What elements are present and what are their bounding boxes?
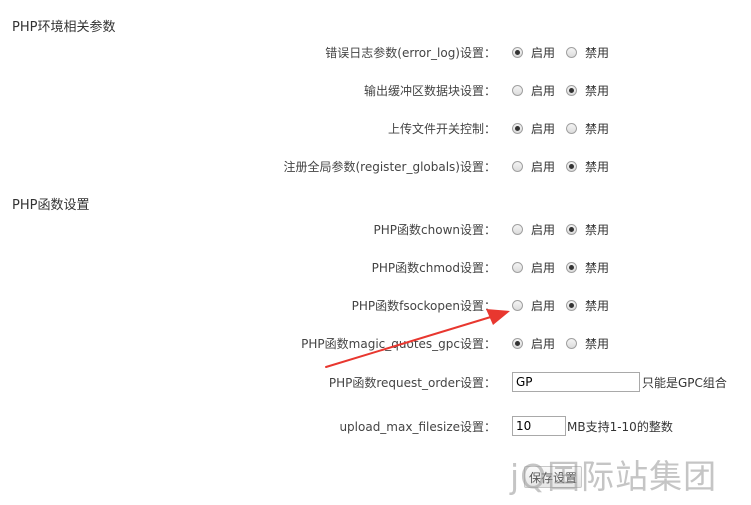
radio-button[interactable] bbox=[512, 261, 523, 273]
setting-label: PHP函数request_order设置： bbox=[328, 376, 496, 390]
radio-enable[interactable]: 启用 bbox=[512, 220, 555, 238]
radio-enable[interactable]: 启用 bbox=[512, 119, 555, 137]
radio-button-checked[interactable] bbox=[566, 84, 577, 96]
radio-label: 启用 bbox=[531, 83, 556, 98]
radio-button-checked[interactable] bbox=[566, 261, 577, 273]
radio-enable[interactable]: 启用 bbox=[512, 43, 555, 61]
radio-disable[interactable]: 禁用 bbox=[566, 119, 609, 137]
setting-row-file-uploads: 上传文件开关控制： 启用 禁用 bbox=[0, 117, 751, 139]
radio-disable[interactable]: 禁用 bbox=[566, 258, 609, 276]
setting-label: 注册全局参数(register_globals)设置： bbox=[283, 160, 497, 174]
radio-label: 启用 bbox=[531, 260, 556, 275]
radio-enable[interactable]: 启用 bbox=[512, 81, 555, 99]
radio-button[interactable] bbox=[566, 122, 577, 134]
radio-label: 禁用 bbox=[585, 45, 610, 60]
upload-max-filesize-input[interactable] bbox=[512, 416, 566, 436]
radio-button-checked[interactable] bbox=[512, 122, 523, 134]
radio-button[interactable] bbox=[512, 160, 523, 172]
radio-label: 禁用 bbox=[585, 222, 610, 237]
setting-row-output-buffer: 输出缓冲区数据块设置： 启用 禁用 bbox=[0, 79, 751, 101]
radio-button[interactable] bbox=[512, 223, 523, 235]
save-button[interactable]: 保存设置 bbox=[524, 466, 582, 488]
radio-enable[interactable]: 启用 bbox=[512, 296, 555, 314]
radio-label: 启用 bbox=[531, 222, 556, 237]
radio-enable[interactable]: 启用 bbox=[512, 334, 555, 352]
radio-button-checked[interactable] bbox=[566, 223, 577, 235]
radio-button[interactable] bbox=[566, 46, 577, 58]
radio-button[interactable] bbox=[512, 299, 523, 311]
radio-button[interactable] bbox=[512, 84, 523, 96]
radio-button-checked[interactable] bbox=[566, 299, 577, 311]
setting-label: PHP函数magic_quotes_gpc设置： bbox=[301, 337, 496, 351]
radio-label: 启用 bbox=[531, 159, 556, 174]
request-order-input[interactable] bbox=[512, 372, 640, 392]
setting-label: PHP函数fsockopen设置： bbox=[351, 299, 496, 313]
setting-row-fsockopen: PHP函数fsockopen设置： 启用 禁用 bbox=[0, 294, 751, 316]
radio-label: 禁用 bbox=[585, 260, 610, 275]
upload-max-filesize-hint: MB支持1-10的整数 bbox=[567, 420, 673, 434]
setting-label: 上传文件开关控制： bbox=[387, 122, 496, 136]
radio-enable[interactable]: 启用 bbox=[512, 258, 555, 276]
setting-row-magic-quotes-gpc: PHP函数magic_quotes_gpc设置： 启用 禁用 bbox=[0, 332, 751, 354]
radio-label: 启用 bbox=[531, 298, 556, 313]
radio-label: 禁用 bbox=[585, 121, 610, 136]
setting-row-upload-max-filesize: upload_max_filesize设置： MB支持1-10的整数 bbox=[0, 415, 751, 437]
radio-button-checked[interactable] bbox=[566, 160, 577, 172]
radio-label: 启用 bbox=[531, 121, 556, 136]
radio-disable[interactable]: 禁用 bbox=[566, 334, 609, 352]
radio-label: 禁用 bbox=[585, 159, 610, 174]
request-order-hint: 只能是GPC组合 bbox=[642, 376, 727, 390]
radio-label: 启用 bbox=[531, 45, 556, 60]
section-title-functions: PHP函数设置 bbox=[12, 198, 90, 213]
setting-row-request-order: PHP函数request_order设置： 只能是GPC组合 bbox=[0, 371, 751, 393]
setting-label: 错误日志参数(error_log)设置： bbox=[325, 46, 496, 60]
radio-label: 禁用 bbox=[585, 336, 610, 351]
radio-button[interactable] bbox=[566, 337, 577, 349]
radio-disable[interactable]: 禁用 bbox=[566, 81, 609, 99]
radio-disable[interactable]: 禁用 bbox=[566, 220, 609, 238]
radio-disable[interactable]: 禁用 bbox=[566, 157, 609, 175]
radio-label: 启用 bbox=[531, 336, 556, 351]
setting-label: 输出缓冲区数据块设置： bbox=[363, 84, 496, 98]
radio-disable[interactable]: 禁用 bbox=[566, 296, 609, 314]
setting-label: PHP函数chmod设置： bbox=[371, 261, 496, 275]
radio-disable[interactable]: 禁用 bbox=[566, 43, 609, 61]
radio-button-checked[interactable] bbox=[512, 337, 523, 349]
setting-row-error-log: 错误日志参数(error_log)设置： 启用 禁用 bbox=[0, 41, 751, 63]
radio-enable[interactable]: 启用 bbox=[512, 157, 555, 175]
radio-label: 禁用 bbox=[585, 298, 610, 313]
setting-row-chmod: PHP函数chmod设置： 启用 禁用 bbox=[0, 256, 751, 278]
setting-label: upload_max_filesize设置： bbox=[339, 420, 496, 434]
section-title-env: PHP环境相关参数 bbox=[12, 20, 116, 35]
setting-row-chown: PHP函数chown设置： 启用 禁用 bbox=[0, 218, 751, 240]
setting-row-register-globals: 注册全局参数(register_globals)设置： 启用 禁用 bbox=[0, 155, 751, 177]
setting-label: PHP函数chown设置： bbox=[373, 223, 496, 237]
radio-button-checked[interactable] bbox=[512, 46, 523, 58]
radio-label: 禁用 bbox=[585, 83, 610, 98]
